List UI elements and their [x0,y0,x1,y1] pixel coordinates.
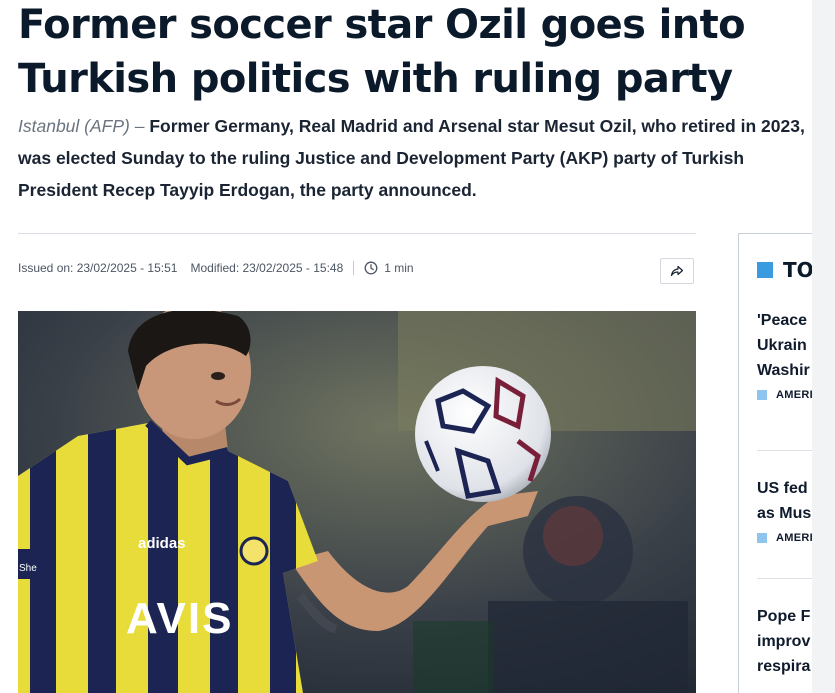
story-category: AMERI [757,389,812,401]
read-time: 1 min [384,261,414,275]
story-title-line: Ukrain [757,337,807,354]
clock-icon [364,261,378,275]
sidebar-title: TO [757,258,812,282]
sidebar-story-3[interactable]: Pope F improv respira [757,604,812,679]
story-title-line: improv [757,633,811,650]
sidebar-story-2[interactable]: US fed as Mus AMERI [757,476,812,544]
sleeve-patch-text: She [19,563,37,574]
meta-divider [18,233,696,234]
article-lead: Istanbul (AFP) – Former Germany, Real Ma… [18,110,810,206]
category-label: AMERI [776,532,812,544]
story-title-line: US fed [757,480,808,497]
shirt-sponsor-text: AVIS [126,594,233,643]
category-label: AMERI [776,389,812,401]
story-category: AMERI [757,532,812,544]
story-title-line: Pope F [757,608,811,625]
sidebar-title-text: TO [783,258,812,282]
story-divider [757,578,812,579]
article-photo: adidas AVIS She [18,311,696,693]
category-square-icon [757,390,767,400]
modified-date: Modified: 23/02/2025 - 15:48 [190,261,344,275]
story-title-line: Washir [757,362,810,379]
sidebar-story-1[interactable]: 'Peace Ukrain Washir AMERI [757,308,812,401]
story-title-line: 'Peace [757,312,808,329]
story-title-line: respira [757,658,811,675]
dateline: Istanbul (AFP) – [18,116,145,136]
story-divider [757,450,812,451]
ozil-holding-ball-image: adidas AVIS She [18,311,696,693]
top-stories-sidebar: TO 'Peace Ukrain Washir AMERI US fed as … [738,233,812,693]
meta-separator [353,261,355,275]
article-headline: Former soccer star Ozil goes into Turkis… [18,2,746,102]
story-title-line: as Mus [757,505,812,522]
right-scroll-edge [812,0,835,693]
share-button[interactable] [660,258,694,284]
share-arrow-icon [670,265,684,277]
issued-date: Issued on: 23/02/2025 - 15:51 [18,261,178,275]
category-square-icon [757,533,767,543]
shirt-brand-text: adidas [138,535,186,552]
article-meta: Issued on: 23/02/2025 - 15:51 Modified: … [18,260,414,276]
section-square-icon [757,262,773,278]
